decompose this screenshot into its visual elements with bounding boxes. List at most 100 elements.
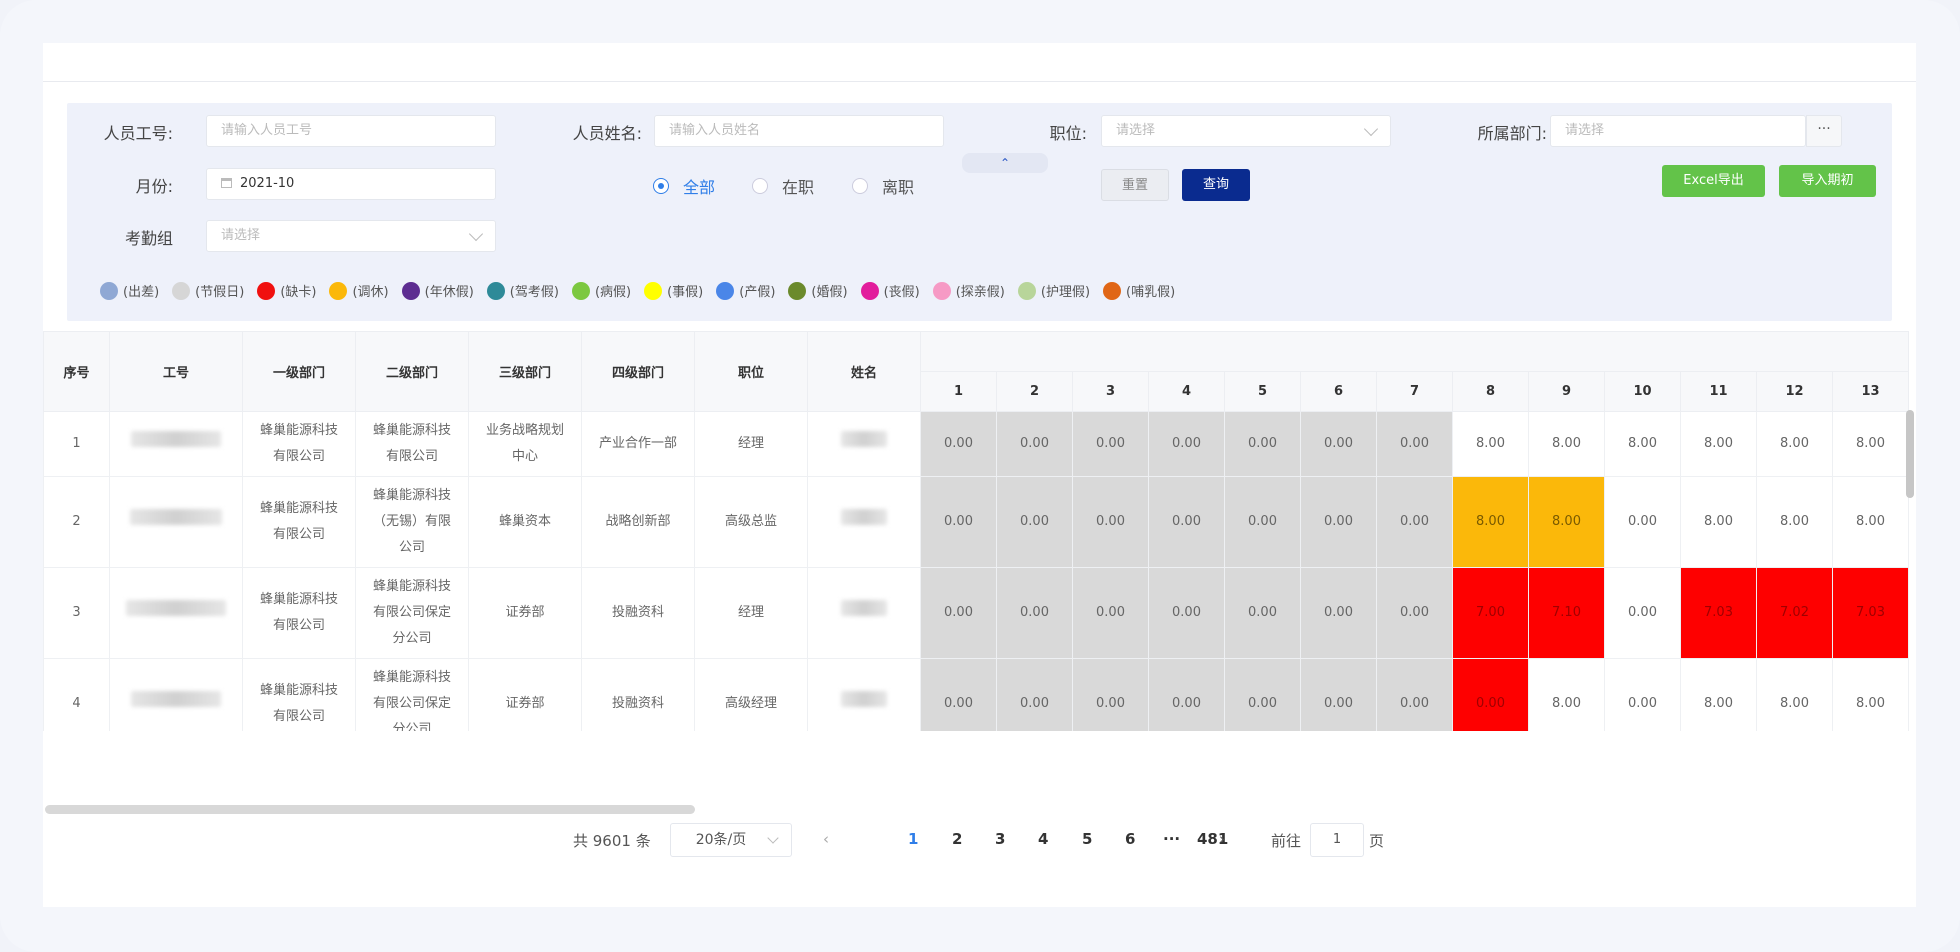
collapse-toggle-button[interactable]: ⌃ xyxy=(962,153,1048,173)
page-number-button[interactable]: 6 xyxy=(1125,830,1135,848)
horizontal-scrollbar[interactable] xyxy=(45,805,695,814)
vertical-scrollbar[interactable] xyxy=(1906,410,1914,498)
legend-label: (产假) xyxy=(739,285,776,300)
name-cell xyxy=(807,567,921,659)
row-index: 1 xyxy=(43,411,110,477)
page-number-button[interactable]: 2 xyxy=(952,830,962,848)
day-value-cell: 0.00 xyxy=(1224,658,1301,731)
prev-page-button[interactable]: ‹ xyxy=(823,830,829,848)
day-value-cell: 0.00 xyxy=(1604,567,1681,659)
dept-2-cell: 蜂巢能源科技有限公司保定分公司 xyxy=(355,567,469,659)
page-number-button[interactable]: 4 xyxy=(1038,830,1048,848)
table-row[interactable]: 3 蜂巢能源科技有限公司 蜂巢能源科技有限公司保定分公司 证券部 投融资科 经理 0.00 0… xyxy=(43,567,1909,659)
position-select[interactable]: 请选择 xyxy=(1101,115,1391,147)
page-number-button[interactable]: 5 xyxy=(1082,830,1092,848)
dept-input[interactable]: 请选择 xyxy=(1550,115,1806,147)
dept-1-cell: 蜂巢能源科技有限公司 xyxy=(242,476,356,568)
legend-item: (病假) xyxy=(571,281,631,300)
position-cell: 高级总监 xyxy=(694,476,808,568)
emp-no-placeholder: 请输入人员工号 xyxy=(221,123,313,138)
page-size-select[interactable]: 20条/页 xyxy=(670,823,792,857)
legend-label: (缺卡) xyxy=(280,285,317,300)
day-value-cell: 0.00 xyxy=(1072,476,1149,568)
attendance-group-select[interactable]: 请选择 xyxy=(206,220,496,252)
legend-item: (节假日) xyxy=(172,281,244,300)
legend-label: (事假) xyxy=(667,285,704,300)
legend-item: (驾考假) xyxy=(486,281,559,300)
dept-1-cell: 蜂巢能源科技有限公司 xyxy=(242,411,356,477)
legend-item: (护理假) xyxy=(1017,281,1091,300)
legend-dot-icon xyxy=(172,281,191,300)
day-value-cell: 8.00 xyxy=(1832,658,1909,731)
day-header: 4 xyxy=(1148,371,1225,412)
day-value-cell: 0.00 xyxy=(1376,476,1453,568)
redacted-name xyxy=(841,509,887,525)
day-header: 7 xyxy=(1376,371,1453,412)
month-picker[interactable]: 2021-10 xyxy=(206,168,496,200)
emp-no-cell xyxy=(109,658,243,731)
page-number-button[interactable]: 3 xyxy=(995,830,1005,848)
radio-all[interactable]: 全部 xyxy=(653,174,715,198)
legend-dot-icon xyxy=(1103,281,1122,300)
legend-dot-icon xyxy=(716,281,735,300)
page-suffix: 页 xyxy=(1369,832,1385,850)
reset-button[interactable]: 重置 xyxy=(1101,169,1169,201)
redacted-emp-no xyxy=(131,431,221,447)
dept-2-cell: 蜂巢能源科技有限公司 xyxy=(355,411,469,477)
column-header: 姓名 xyxy=(807,331,921,412)
day-value-cell: 0.00 xyxy=(920,658,997,731)
radio-left[interactable]: 离职 xyxy=(852,174,914,198)
emp-name-input[interactable]: 请输入人员姓名 xyxy=(654,115,944,147)
query-button[interactable]: 查询 xyxy=(1182,169,1250,201)
page-number-button[interactable]: 1 xyxy=(908,830,918,848)
legend-label: (调休) xyxy=(352,285,389,300)
page-number-button[interactable]: ··· xyxy=(1163,830,1180,848)
table-row[interactable]: 1 蜂巢能源科技有限公司 蜂巢能源科技有限公司 业务战略规划中心 产业合作一部 经理 0.0… xyxy=(43,411,1909,477)
legend-item: (事假) xyxy=(644,281,703,300)
row-index: 2 xyxy=(43,476,110,568)
column-header: 四级部门 xyxy=(581,331,695,412)
total-count: 共 9601 条 xyxy=(573,832,651,850)
legend-item: (产假) xyxy=(716,281,775,300)
dept-4-cell: 投融资科 xyxy=(581,658,695,731)
import-opening-button[interactable]: 导入期初 xyxy=(1779,165,1876,197)
table-row[interactable]: 4 蜂巢能源科技有限公司 蜂巢能源科技有限公司保定分公司 证券部 投融资科 高级经理 0.0… xyxy=(43,658,1909,731)
goto-page-input[interactable]: 1 xyxy=(1310,823,1364,857)
day-header: 9 xyxy=(1528,371,1605,412)
table-row[interactable]: 2 蜂巢能源科技有限公司 蜂巢能源科技（无锡）有限公司 蜂巢资本 战略创新部 高级总监 0.… xyxy=(43,476,1909,568)
emp-no-input[interactable]: 请输入人员工号 xyxy=(206,115,496,147)
dept-more-button[interactable]: ··· xyxy=(1806,115,1842,147)
legend-item: (年休假) xyxy=(401,281,474,300)
radio-active[interactable]: 在职 xyxy=(752,174,814,198)
day-header: 2 xyxy=(996,371,1073,412)
day-value-cell: 7.03 xyxy=(1832,567,1909,659)
next-page-button[interactable]: › xyxy=(1219,830,1225,848)
day-value-cell: 0.00 xyxy=(1604,476,1681,568)
dept-2-cell: 蜂巢能源科技有限公司保定分公司 xyxy=(355,658,469,731)
excel-export-button[interactable]: Excel导出 xyxy=(1662,165,1765,197)
day-header: 8 xyxy=(1452,371,1529,412)
legend-label: (护理假) xyxy=(1040,285,1091,300)
day-value-cell: 0.00 xyxy=(1224,567,1301,659)
day-value-cell: 0.00 xyxy=(1300,476,1377,568)
legend-dot-icon xyxy=(329,281,348,300)
dept-4-cell: 战略创新部 xyxy=(581,476,695,568)
legend-dot-icon xyxy=(932,281,951,300)
day-value-cell: 8.00 xyxy=(1680,658,1757,731)
day-value-cell: 0.00 xyxy=(1148,658,1225,731)
attendance-group-label: 考勤组 xyxy=(124,229,173,248)
legend-dot-icon xyxy=(100,281,118,300)
radio-active-label: 在职 xyxy=(782,178,815,197)
day-value-cell: 0.00 xyxy=(1300,567,1377,659)
dept-placeholder: 请选择 xyxy=(1565,123,1605,138)
pagination: 共 9601 条 20条/页 ‹ 1 2 3 4 5 6 ··· 481 › 前往 1 页 xyxy=(43,815,1916,865)
day-value-cell: 8.00 xyxy=(1604,411,1681,477)
dept-4-cell: 投融资科 xyxy=(581,567,695,659)
legend-dot-icon xyxy=(860,281,879,300)
day-value-cell: 0.00 xyxy=(1072,567,1149,659)
legend-label: (探亲假) xyxy=(955,285,1005,300)
day-value-cell: 0.00 xyxy=(920,411,997,477)
legend-item: (调休) xyxy=(329,281,389,300)
redacted-emp-no xyxy=(126,600,226,616)
dept-1-cell: 蜂巢能源科技有限公司 xyxy=(242,658,356,731)
